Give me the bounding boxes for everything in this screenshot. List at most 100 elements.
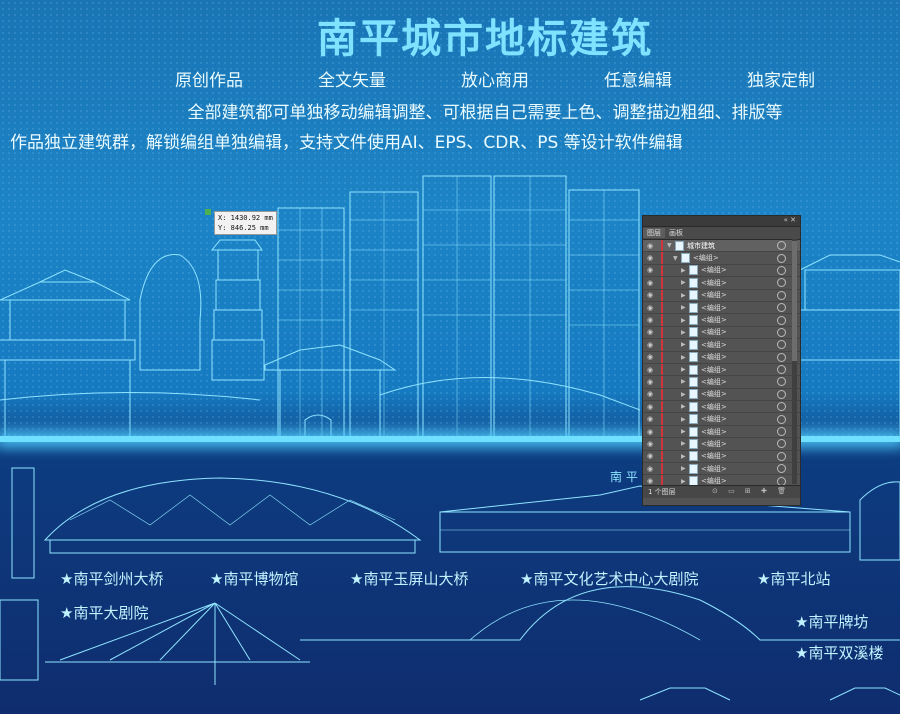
expand-arrow-icon[interactable]: ▼ (673, 255, 681, 262)
eye-icon[interactable]: ◉ (643, 366, 657, 374)
target-icon[interactable] (777, 327, 786, 337)
layer-row-subgroup[interactable]: ◉ ▶ <编组> (643, 388, 800, 402)
eye-icon[interactable]: ◉ (643, 304, 657, 312)
layer-name: <编组> (701, 365, 727, 374)
target-icon[interactable] (777, 451, 786, 461)
expand-arrow-icon[interactable]: ▶ (681, 453, 689, 460)
expand-arrow-icon[interactable]: ▶ (681, 416, 689, 423)
panel-scrollbar[interactable] (792, 239, 797, 484)
layer-name: <编组> (701, 377, 727, 386)
layer-row-subgroup[interactable]: ◉ ▶ <编组> (643, 301, 800, 315)
eye-icon[interactable]: ◉ (643, 291, 657, 299)
layer-row-subgroup[interactable]: ◉ ▶ <编组> (643, 438, 800, 451)
eye-icon[interactable]: ◉ (643, 390, 657, 398)
target-icon[interactable] (777, 278, 786, 288)
eye-icon[interactable]: ◉ (643, 242, 657, 250)
layer-row-subgroup[interactable]: ◉ ▶ <编组> (643, 326, 800, 340)
layer-color-marker (661, 463, 663, 475)
layer-row-subgroup[interactable]: ◉ ▶ <编组> (643, 264, 800, 278)
eye-icon[interactable]: ◉ (643, 328, 657, 336)
eye-icon[interactable]: ◉ (643, 254, 657, 262)
expand-arrow-icon[interactable]: ▶ (681, 391, 689, 398)
layers-panel: « ✕ 图层 画板 ◉ ▼ 城市建筑 ◉ ▼ <编组> ◉ ▶ <编组> ◉ ▶ <编组>… (642, 215, 801, 506)
target-icon[interactable] (777, 241, 786, 251)
tab-artboards[interactable]: 画板 (665, 228, 687, 238)
target-icon[interactable] (777, 352, 786, 362)
expand-arrow-icon[interactable]: ▶ (681, 478, 689, 485)
eye-icon[interactable]: ◉ (643, 452, 657, 460)
expand-arrow-icon[interactable]: ▶ (681, 366, 689, 373)
expand-arrow-icon[interactable]: ▶ (681, 465, 689, 472)
eye-icon[interactable]: ◉ (643, 353, 657, 361)
selection-handle[interactable] (205, 209, 211, 215)
layer-row-subgroup[interactable]: ◉ ▶ <编组> (643, 475, 800, 485)
eye-icon[interactable]: ◉ (643, 415, 657, 423)
label-jianzhou-bridge: ★南平剑州大桥 (60, 570, 164, 588)
eye-icon[interactable]: ◉ (643, 279, 657, 287)
expand-arrow-icon[interactable]: ▶ (681, 354, 689, 361)
expand-arrow-icon[interactable]: ▼ (667, 242, 675, 249)
layer-color-marker (661, 438, 663, 450)
layer-name: <编组> (701, 390, 727, 399)
eye-icon[interactable]: ◉ (643, 477, 657, 485)
expand-arrow-icon[interactable]: ▶ (681, 329, 689, 336)
layer-row-subgroup[interactable]: ◉ ▶ <编组> (643, 413, 800, 426)
layer-thumbnail (689, 389, 698, 400)
layer-color-marker (661, 289, 663, 301)
eye-icon[interactable]: ◉ (643, 440, 657, 448)
eye-icon[interactable]: ◉ (643, 403, 657, 411)
expand-arrow-icon[interactable]: ▶ (681, 378, 689, 385)
layer-row-subgroup[interactable]: ◉ ▶ <编组> (643, 376, 800, 389)
layer-row-subgroup[interactable]: ◉ ▶ <编组> (643, 425, 800, 439)
layers-list: ◉ ▼ 城市建筑 ◉ ▼ <编组> ◉ ▶ <编组> ◉ ▶ <编组> ◉ ▶ <编组> ◉ ▶ <编… (643, 240, 800, 485)
expand-arrow-icon[interactable]: ▶ (681, 440, 689, 447)
layer-row-subgroup[interactable]: ◉ ▶ <编组> (643, 351, 800, 364)
layer-row-subgroup[interactable]: ◉ ▶ <编组> (643, 463, 800, 476)
panel-titlebar: « ✕ (643, 216, 800, 227)
layer-row-top[interactable]: ◉ ▼ 城市建筑 (643, 240, 800, 253)
target-icon[interactable] (777, 265, 786, 275)
layer-row-subgroup[interactable]: ◉ ▶ <编组> (643, 339, 800, 352)
panel-collapse-icon[interactable]: « ✕ (784, 216, 796, 224)
layer-color-marker (661, 376, 663, 388)
layer-row-subgroup[interactable]: ◉ ▶ <编组> (643, 314, 800, 327)
target-icon[interactable] (777, 365, 786, 375)
expand-arrow-icon[interactable]: ▶ (681, 304, 689, 311)
target-icon[interactable] (777, 389, 786, 399)
eye-icon[interactable]: ◉ (643, 378, 657, 386)
expand-arrow-icon[interactable]: ▶ (681, 428, 689, 435)
eye-icon[interactable]: ◉ (643, 316, 657, 324)
target-icon[interactable] (777, 290, 786, 300)
eye-icon[interactable]: ◉ (643, 428, 657, 436)
layer-row-subgroup[interactable]: ◉ ▶ <编组> (643, 289, 800, 302)
expand-arrow-icon[interactable]: ▶ (681, 341, 689, 348)
layer-row-subgroup[interactable]: ◉ ▶ <编组> (643, 450, 800, 464)
layer-thumbnail (689, 302, 698, 313)
target-icon[interactable] (777, 414, 786, 424)
target-icon[interactable] (777, 427, 786, 437)
eye-icon[interactable]: ◉ (643, 266, 657, 274)
target-icon[interactable] (777, 439, 786, 449)
target-icon[interactable] (777, 476, 786, 485)
target-icon[interactable] (777, 253, 786, 263)
eye-icon[interactable]: ◉ (643, 465, 657, 473)
layer-row-subgroup[interactable]: ◉ ▶ <编组> (643, 277, 800, 290)
layer-row-group[interactable]: ◉ ▼ <编组> (643, 252, 800, 265)
target-icon[interactable] (777, 377, 786, 387)
target-icon[interactable] (777, 464, 786, 474)
layer-row-subgroup[interactable]: ◉ ▶ <编组> (643, 401, 800, 414)
expand-arrow-icon[interactable]: ▶ (681, 267, 689, 274)
eye-icon[interactable]: ◉ (643, 341, 657, 349)
tab-layers[interactable]: 图层 (643, 228, 665, 238)
expand-arrow-icon[interactable]: ▶ (681, 279, 689, 286)
layer-row-subgroup[interactable]: ◉ ▶ <编组> (643, 363, 800, 377)
target-icon[interactable] (777, 315, 786, 325)
panel-action-icons[interactable]: ⊙ ▭ ⊞ ✚ 🗑 (712, 487, 790, 495)
expand-arrow-icon[interactable]: ▶ (681, 317, 689, 324)
target-icon[interactable] (777, 303, 786, 313)
expand-arrow-icon[interactable]: ▶ (681, 403, 689, 410)
expand-arrow-icon[interactable]: ▶ (681, 292, 689, 299)
target-icon[interactable] (777, 402, 786, 412)
target-icon[interactable] (777, 340, 786, 350)
layer-thumbnail (689, 327, 698, 338)
